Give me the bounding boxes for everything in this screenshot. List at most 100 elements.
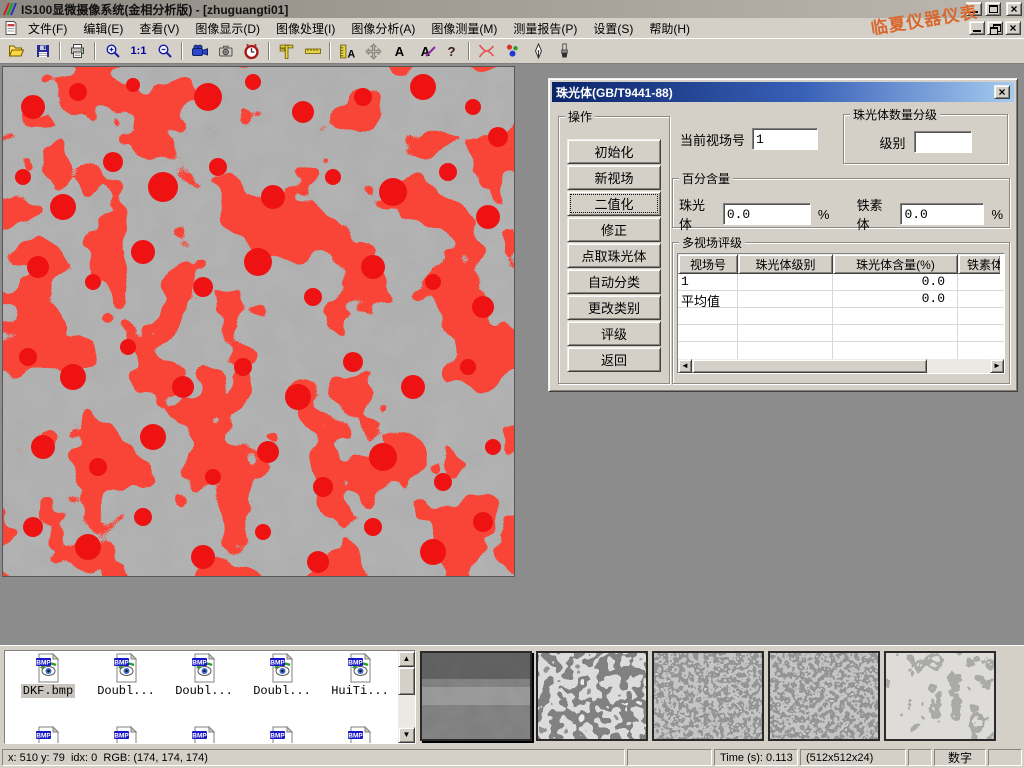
curve-tool-button[interactable] [474,40,499,62]
auto-classify-button[interactable]: 自动分类 [567,269,661,294]
level-input[interactable] [914,131,972,153]
svg-text:BMP: BMP [36,659,51,666]
bmp-file-icon: BMP [347,653,373,683]
menu-image-analysis[interactable]: 图像分析(A) [344,18,422,39]
scrollbar-thumb[interactable] [398,667,415,695]
percent-group-label: 百分含量 [679,170,733,187]
camera-button[interactable] [213,40,238,62]
app-icon [2,2,18,16]
thumbnail-5[interactable] [884,651,996,741]
status-blank [627,749,712,766]
current-field-input[interactable] [752,128,818,150]
file-item[interactable]: BMP [321,726,398,743]
toolbar-separator [59,42,61,60]
menu-report[interactable]: 测量报告(P) [506,18,584,39]
actual-size-button[interactable]: 1:1 [126,40,151,62]
new-field-button[interactable]: 新视场 [567,165,661,190]
mdi-restore-button[interactable] [987,21,1003,35]
timer-button[interactable] [239,40,264,62]
minimize-button[interactable] [966,2,982,16]
pen-button[interactable] [526,40,551,62]
thumbnail-1[interactable] [420,651,532,741]
thumbnail-2[interactable] [536,651,648,741]
pearlite-input[interactable] [723,203,811,225]
text-button[interactable]: A [387,40,412,62]
thumbnail-3[interactable] [652,651,764,741]
file-item[interactable]: BMP HuiTi... [321,653,398,698]
table-horizontal-scrollbar[interactable]: ◄ ► [678,359,1004,373]
pearlite-label: 珠光体 [679,195,716,233]
maximize-button[interactable] [985,2,1001,16]
pan-icon [365,43,382,60]
dialog-title-bar[interactable]: 珠光体(GB/T9441-88) × [552,82,1014,102]
rating-table[interactable]: 视场号 珠光体级别 珠光体含量(%) 铁素体含量(%) 1 0.0 [677,253,1005,374]
phase-count-button[interactable] [500,40,525,62]
measure-text-button[interactable]: A [335,40,360,62]
percent-sign: % [818,207,830,222]
scroll-right-icon[interactable]: ► [990,359,1004,373]
table-row[interactable]: 1 0.0 [678,274,1004,291]
help-button[interactable]: ? [439,40,464,62]
ferrite-input[interactable] [900,203,984,225]
menu-view[interactable]: 查看(V) [132,18,186,39]
pick-pearlite-button[interactable]: 点取珠光体 [567,243,661,268]
pen-icon [531,43,546,59]
annotate-button[interactable]: A [413,40,438,62]
scroll-down-icon[interactable]: ▼ [398,727,415,743]
file-item[interactable]: BMP [87,726,165,743]
video-capture-icon [191,43,209,59]
menu-settings[interactable]: 设置(S) [586,18,640,39]
file-item[interactable]: BMP DKF.bmp [9,653,87,698]
open-button[interactable] [4,40,29,62]
initialize-button[interactable]: 初始化 [567,139,661,164]
correct-button[interactable]: 修正 [567,217,661,242]
close-button[interactable]: × [1006,2,1022,16]
save-button[interactable] [30,40,55,62]
dialog-close-icon: × [998,87,1005,97]
column-header: 珠光体级别 [738,254,833,274]
dialog-close-button[interactable]: × [994,85,1010,99]
file-item[interactable]: BMP [9,726,87,743]
mdi-minimize-button[interactable] [969,21,985,35]
menu-image-process[interactable]: 图像处理(I) [269,18,342,39]
scrollbar-thumb[interactable] [692,359,927,373]
mdi-close-button[interactable]: × [1005,21,1021,35]
mdi-minimize-icon [973,24,981,32]
metallograph-image[interactable] [2,66,515,577]
ruler-button[interactable] [300,40,325,62]
svg-text:A: A [348,48,356,60]
brush-button[interactable] [552,40,577,62]
save-icon [35,43,51,59]
print-button[interactable] [65,40,90,62]
return-button[interactable]: 返回 [567,347,661,372]
menu-edit[interactable]: 编辑(E) [76,18,130,39]
menu-image-measure[interactable]: 图像测量(M) [424,18,504,39]
zoom-out-button[interactable] [152,40,177,62]
file-list-scrollbar[interactable]: ▲ ▼ [398,651,415,743]
mdi-close-icon: × [1009,23,1016,33]
file-item[interactable]: BMP Doubl... [243,653,321,698]
file-item[interactable]: BMP Doubl... [165,653,243,698]
bmp-file-icon: BMP [113,653,139,683]
change-category-button[interactable]: 更改类别 [567,295,661,320]
menu-file[interactable]: 文件(F) [21,18,74,39]
file-browser[interactable]: BMP DKF.bmp BMP Doubl... [4,650,416,744]
table-row[interactable]: 平均值 0.0 [678,291,1004,308]
video-capture-button[interactable] [187,40,212,62]
file-item[interactable]: BMP Doubl... [87,653,165,698]
svg-text:BMP: BMP [114,732,129,739]
pan-button[interactable] [361,40,386,62]
rate-button[interactable]: 评级 [567,321,661,346]
menu-help[interactable]: 帮助(H) [642,18,697,39]
menu-image-display[interactable]: 图像显示(D) [188,18,267,39]
binarize-button[interactable]: 二值化 [567,191,661,216]
zoom-in-button[interactable] [100,40,125,62]
file-item[interactable]: BMP [243,726,321,743]
svg-text:BMP: BMP [348,659,363,666]
file-item[interactable]: BMP [165,726,243,743]
thumbnail-4[interactable] [768,651,880,741]
scroll-left-icon[interactable]: ◄ [678,359,692,373]
scroll-up-icon[interactable]: ▲ [398,651,415,667]
caliper-button[interactable] [274,40,299,62]
level-label: 级别 [879,133,905,152]
